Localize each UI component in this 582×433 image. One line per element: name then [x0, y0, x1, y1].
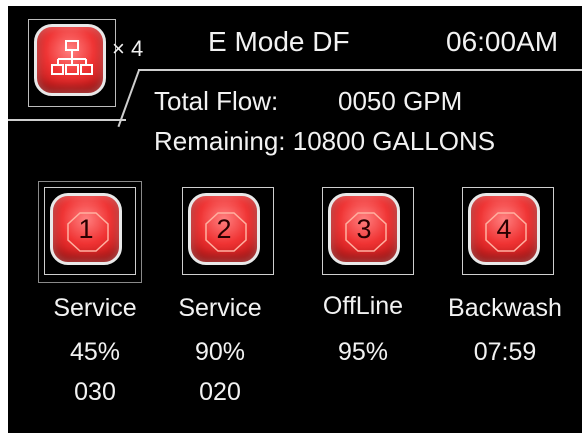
valve-3-status: OffLine — [322, 292, 404, 320]
valve-1-value: 030 — [74, 378, 116, 406]
valve-4-status: Backwash — [448, 294, 562, 322]
valve-1-percent: 45% — [69, 338, 121, 366]
valve-count: × 4 — [112, 36, 144, 61]
header-divider-diagonal — [117, 70, 140, 128]
valve-2-number: 2 — [216, 214, 232, 244]
valve-3-number: 3 — [356, 214, 372, 244]
valve-2-button[interactable]: 2 — [188, 193, 260, 265]
valve-1-status: Service — [53, 294, 137, 322]
valve-3-percent: 95% — [337, 338, 389, 366]
header-divider-left — [8, 119, 126, 121]
valve-3-button[interactable]: 3 — [328, 193, 400, 265]
valve-1-button[interactable]: 1 — [50, 193, 122, 265]
valve-2-value: 020 — [199, 378, 241, 406]
network-tree-icon — [51, 40, 93, 75]
mode-label: E Mode DF — [208, 26, 350, 57]
valve-2-status: Service — [178, 294, 262, 322]
controller-screen: × 4 E Mode DF 06:00AM Total Flow: 0050 G… — [8, 6, 582, 433]
valve-2-percent: 90% — [194, 338, 246, 366]
clock: 06:00AM — [446, 26, 559, 57]
network-tree-button[interactable] — [34, 24, 106, 96]
total-flow-value: 0050 GPM — [338, 86, 463, 116]
header-divider — [138, 69, 582, 71]
total-flow-label: Total Flow: — [154, 86, 279, 116]
valve-4-number: 4 — [496, 214, 512, 244]
valve-4-button[interactable]: 4 — [468, 193, 540, 265]
valve-1-number: 1 — [78, 214, 94, 244]
valve-4-timer: 07:59 — [473, 338, 537, 366]
remaining-volume: Remaining: 10800 GALLONS — [154, 126, 496, 156]
